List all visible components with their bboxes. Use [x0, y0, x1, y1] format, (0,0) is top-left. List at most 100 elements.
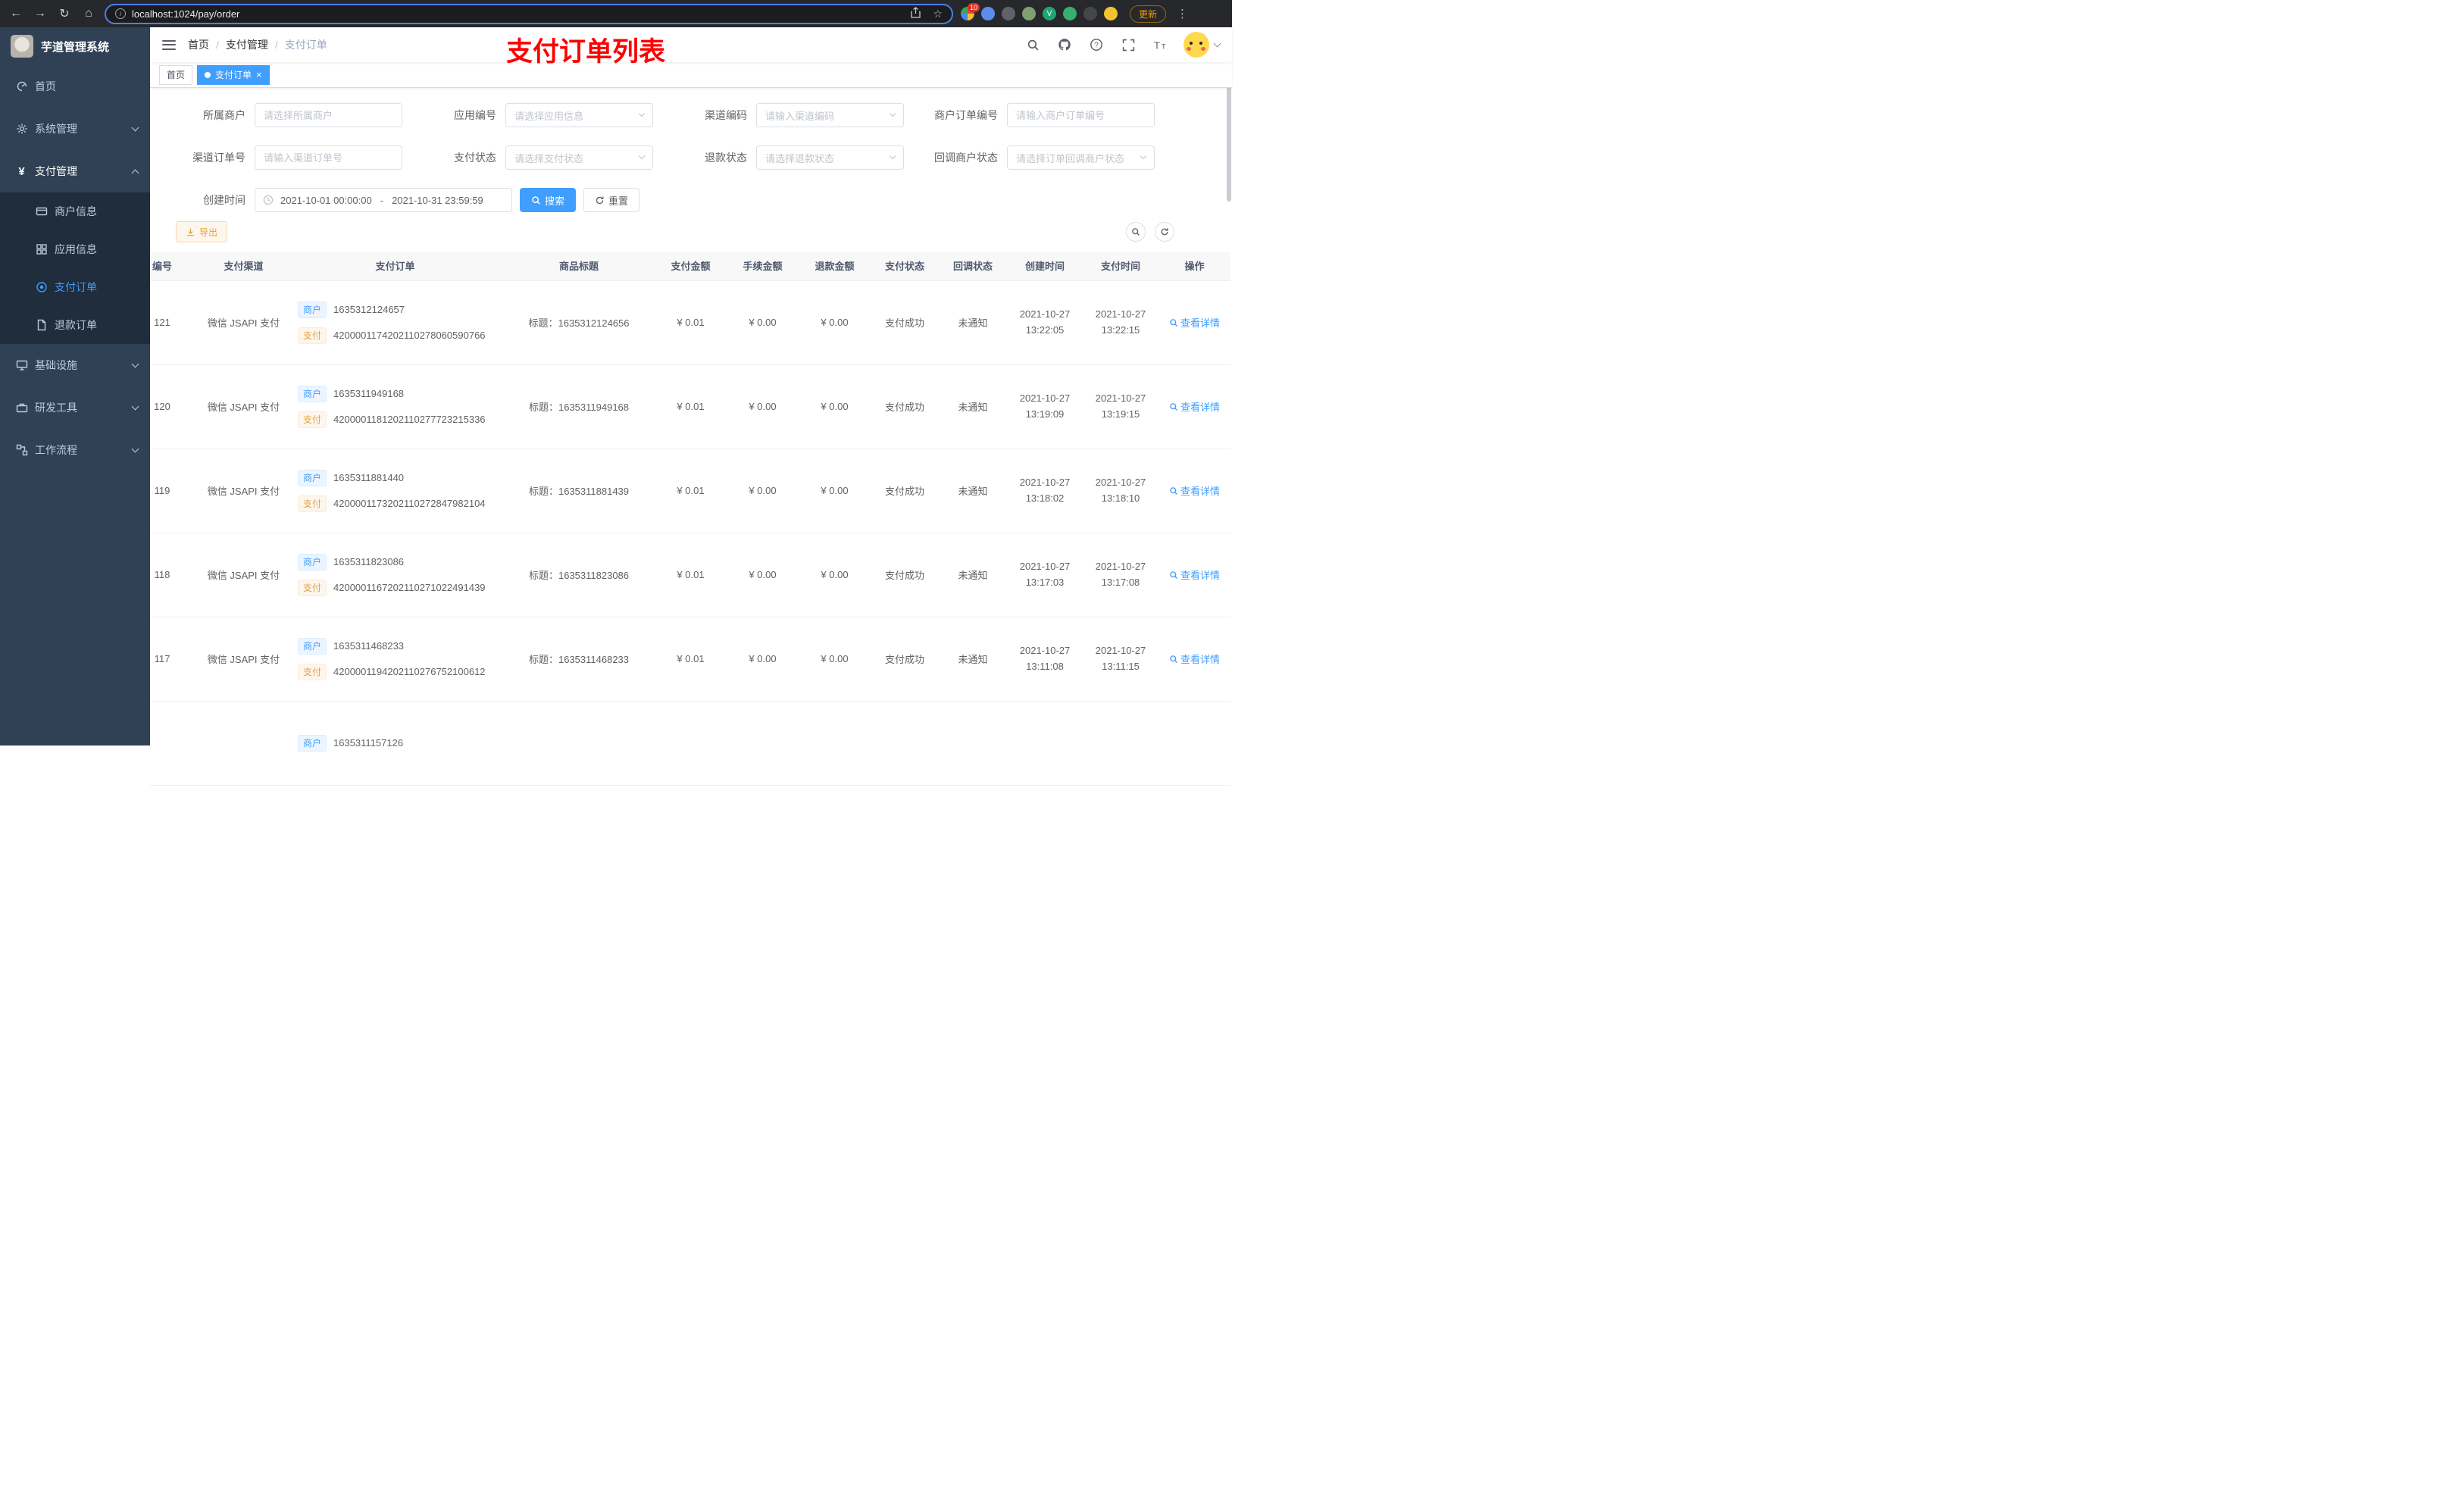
column-header: 编号: [150, 252, 200, 281]
app-logo[interactable]: 芋道管理系统: [0, 27, 150, 65]
sidebar-item-dev-tools[interactable]: 研发工具: [0, 386, 150, 429]
column-header: 退款金额: [799, 252, 871, 281]
puzzle-extension-icon[interactable]: 10: [961, 3, 980, 20]
sidebar-item-system[interactable]: 系统管理: [0, 108, 150, 150]
view-detail-link[interactable]: 查看详情: [1169, 567, 1220, 582]
cell-notify: [939, 701, 1007, 786]
filter-select-支付状态[interactable]: 请选择支付状态: [505, 145, 653, 170]
reset-button[interactable]: 重置: [583, 188, 640, 212]
cell-refund: [799, 701, 871, 786]
cell-action: 查看详情: [1159, 280, 1230, 365]
home-icon[interactable]: ⌂: [80, 7, 97, 20]
filter-select-应用编号[interactable]: 请选择应用信息: [505, 103, 653, 127]
sidebar-item-payment[interactable]: ¥ 支付管理: [0, 150, 150, 192]
view-detail-link[interactable]: 查看详情: [1169, 315, 1220, 330]
filter-label: 支付状态: [454, 152, 496, 164]
toggle-search-button[interactable]: [1126, 222, 1146, 242]
check-extension-icon[interactable]: V: [1043, 7, 1056, 20]
drop-extension-icon[interactable]: [981, 7, 995, 20]
browser-window: ← → ↻ ⌂ i localhost:1024/pay/order ☆ 10 V…: [0, 0, 1232, 786]
filter-input-商户订单编号[interactable]: [1007, 103, 1155, 127]
github-icon[interactable]: [1056, 36, 1073, 53]
search-icon: [1170, 655, 1177, 663]
filter-select-回调商户状态[interactable]: 请选择订单回调商户状态: [1007, 145, 1155, 170]
forward-icon[interactable]: →: [32, 7, 48, 20]
filter-input[interactable]: [1016, 109, 1146, 121]
tags-view-bar: 首页 支付订单 ×: [150, 62, 1232, 88]
sidebar-item-pay-order[interactable]: 支付订单: [0, 268, 150, 306]
sidebar-item-merchant-info[interactable]: 商户信息: [0, 192, 150, 230]
toolbox-icon: [15, 402, 28, 414]
site-info-icon[interactable]: i: [115, 8, 126, 19]
breadcrumb-item[interactable]: 支付管理: [226, 37, 268, 52]
table-row: 118 微信 JSAPI 支付 商户 1635311823086 支付 420000…: [150, 533, 1230, 617]
sidebar-item-home[interactable]: 首页: [0, 65, 150, 108]
cell-status: 支付成功: [871, 364, 939, 449]
reload-icon[interactable]: ↻: [56, 6, 73, 21]
filter-input[interactable]: [264, 152, 393, 164]
view-detail-link[interactable]: 查看详情: [1169, 399, 1220, 414]
close-icon[interactable]: ×: [256, 66, 262, 84]
grid-icon: [35, 243, 48, 256]
search-icon: [532, 195, 540, 205]
date-range-picker[interactable]: 2021-10-01 00:00:00 - 2021-10-31 23:59:5…: [255, 188, 512, 212]
sidebar-item-app-info[interactable]: 应用信息: [0, 230, 150, 268]
chevron-down-icon: [638, 111, 646, 117]
table-row: 117 微信 JSAPI 支付 商户 1635311468233 支付 420000…: [150, 617, 1230, 702]
refresh-table-button[interactable]: [1155, 222, 1174, 242]
search-button[interactable]: 搜索: [520, 188, 577, 212]
filter-select-退款状态[interactable]: 请选择退款状态: [756, 145, 904, 170]
help-icon[interactable]: ?: [1088, 36, 1105, 53]
bookmark-star-icon[interactable]: ☆: [933, 8, 943, 20]
search-icon[interactable]: [1024, 36, 1041, 53]
topbar: 首页 / 支付管理 / 支付订单 支付订单列表 ? T T: [150, 27, 1232, 67]
sidebar-menu: 首页 系统管理 ¥ 支付管理 商户信息 应用信息 支付订单 退款订单 基础设施 …: [0, 65, 150, 471]
view-detail-link[interactable]: 查看详情: [1169, 483, 1220, 498]
leaf-extension-icon[interactable]: [1022, 7, 1036, 20]
tab-首页[interactable]: 首页: [159, 64, 193, 85]
pin-extension-icon[interactable]: [1083, 7, 1097, 20]
filter-item: 渠道编码 请输入渠道编码: [667, 103, 918, 127]
back-icon[interactable]: ←: [8, 7, 24, 20]
filter-select-渠道编码[interactable]: 请输入渠道编码: [756, 103, 904, 127]
sidebar-item-workflow[interactable]: 工作流程: [0, 429, 150, 471]
cell-order: 商户 1635311881440 支付 4200001173202110272847…: [287, 449, 503, 533]
tab-支付订单[interactable]: 支付订单 ×: [197, 64, 270, 85]
sidebar-item-infrastructure[interactable]: 基础设施: [0, 344, 150, 386]
main-area: 首页 / 支付管理 / 支付订单 支付订单列表 ? T T 首页 支付订单 × …: [150, 27, 1232, 786]
cell-id: 121: [150, 280, 200, 365]
table-row: 120 微信 JSAPI 支付 商户 1635311949168 支付 420000…: [150, 364, 1230, 449]
cell-id: 119: [150, 449, 200, 533]
date-filter-row: 创建时间 2021-10-01 00:00:00 - 2021-10-31 23…: [165, 188, 1217, 212]
sidebar-toggle-icon[interactable]: [162, 39, 176, 50]
url-text[interactable]: localhost:1024/pay/order: [132, 8, 899, 20]
chevron-down-icon: [1213, 39, 1221, 47]
breadcrumb: 首页 / 支付管理 / 支付订单: [188, 37, 327, 52]
merchant-tag: 商户: [298, 301, 327, 318]
chevron-down-icon: [131, 360, 139, 368]
orders-table-wrap: 编号 支付渠道 支付订单 商品标题 支付金额 手续金额 退款金额 支付状态 回调状态 创建时间 支付…: [150, 252, 1232, 786]
filter-input[interactable]: [264, 109, 393, 121]
fullscreen-icon[interactable]: [1120, 36, 1137, 53]
table-header-row: 编号 支付渠道 支付订单 商品标题 支付金额 手续金额 退款金额 支付状态 回调状态 创建时间 支付…: [150, 252, 1230, 281]
export-button[interactable]: 导出: [176, 221, 228, 242]
page-content: 所属商户 应用编号 请选择应用信息 渠道编码 请输入渠道编码 商户订单编号 渠道…: [150, 88, 1232, 786]
filter-item: 所属商户: [165, 103, 416, 127]
user-menu[interactable]: [1184, 32, 1221, 58]
sidebar-item-refund-order[interactable]: 退款订单: [0, 306, 150, 344]
cell-channel: [200, 701, 287, 786]
breadcrumb-item[interactable]: 首页: [188, 37, 209, 52]
smiley-extension-icon[interactable]: [1104, 7, 1118, 20]
globe-extension-icon[interactable]: [1002, 7, 1015, 20]
browser-update-button[interactable]: 更新: [1130, 5, 1167, 23]
font-size-icon[interactable]: TT: [1152, 36, 1168, 53]
share-icon[interactable]: [911, 7, 921, 20]
cell-title: 标题：1635311949168: [503, 364, 655, 449]
chat-extension-icon[interactable]: [1063, 7, 1077, 20]
view-detail-link[interactable]: 查看详情: [1169, 652, 1220, 666]
browser-menu-icon[interactable]: ⋮: [1177, 7, 1188, 20]
filter-input-所属商户[interactable]: [255, 103, 402, 127]
address-bar[interactable]: i localhost:1024/pay/order ☆: [105, 3, 953, 24]
filter-input-渠道订单号[interactable]: [255, 145, 402, 170]
filter-item: 商户订单编号: [918, 103, 1168, 127]
